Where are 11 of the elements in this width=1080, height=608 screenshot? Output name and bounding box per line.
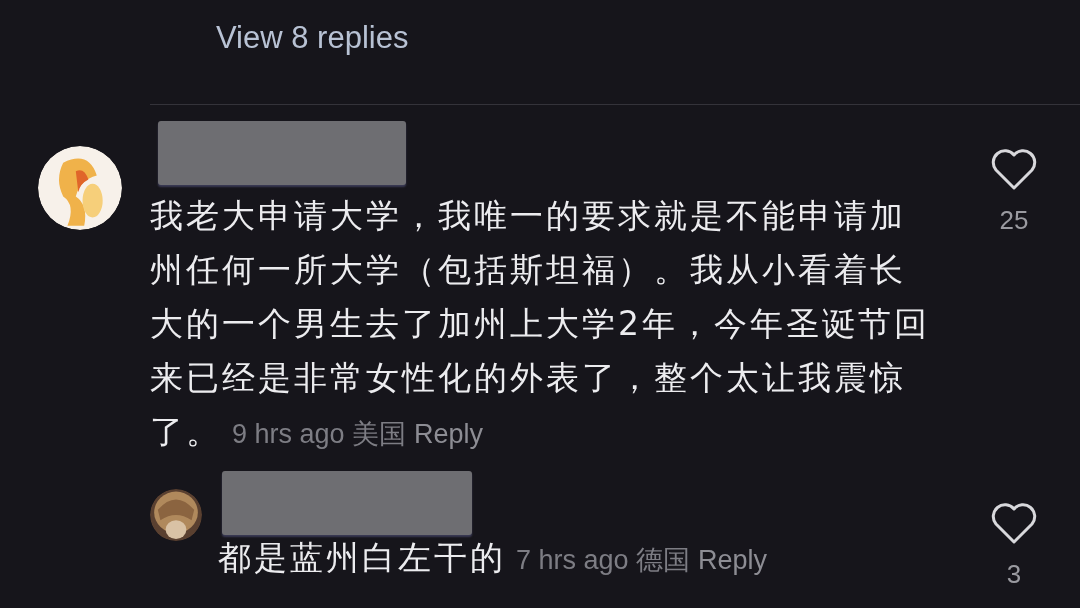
- heart-icon[interactable]: [990, 147, 1038, 191]
- view-replies-link[interactable]: View 8 replies: [216, 20, 409, 56]
- comment-text: 我老大申请大学，我唯一的要求就是不能申请加州任何一所大学（包括斯坦福）。我从小看着长大的一个男生去了加州上大学2年，今年圣诞节回来已经是非常女性化的外表了，整个太让我震惊了。 9 hrs ago 美国 Reply: [150, 195, 931, 453]
- reply-link[interactable]: Reply: [698, 545, 768, 575]
- comment-meta: 9 hrs ago 美国: [232, 419, 407, 449]
- reply-link[interactable]: Reply: [414, 419, 484, 449]
- comment-text: 都是蓝州白左干的 7 hrs ago 德国 Reply: [218, 537, 769, 579]
- like-count: 25: [999, 205, 1029, 236]
- like-count: 3: [1006, 559, 1022, 590]
- heart-icon[interactable]: [990, 501, 1038, 545]
- comment-meta: 7 hrs ago 德国: [516, 545, 691, 575]
